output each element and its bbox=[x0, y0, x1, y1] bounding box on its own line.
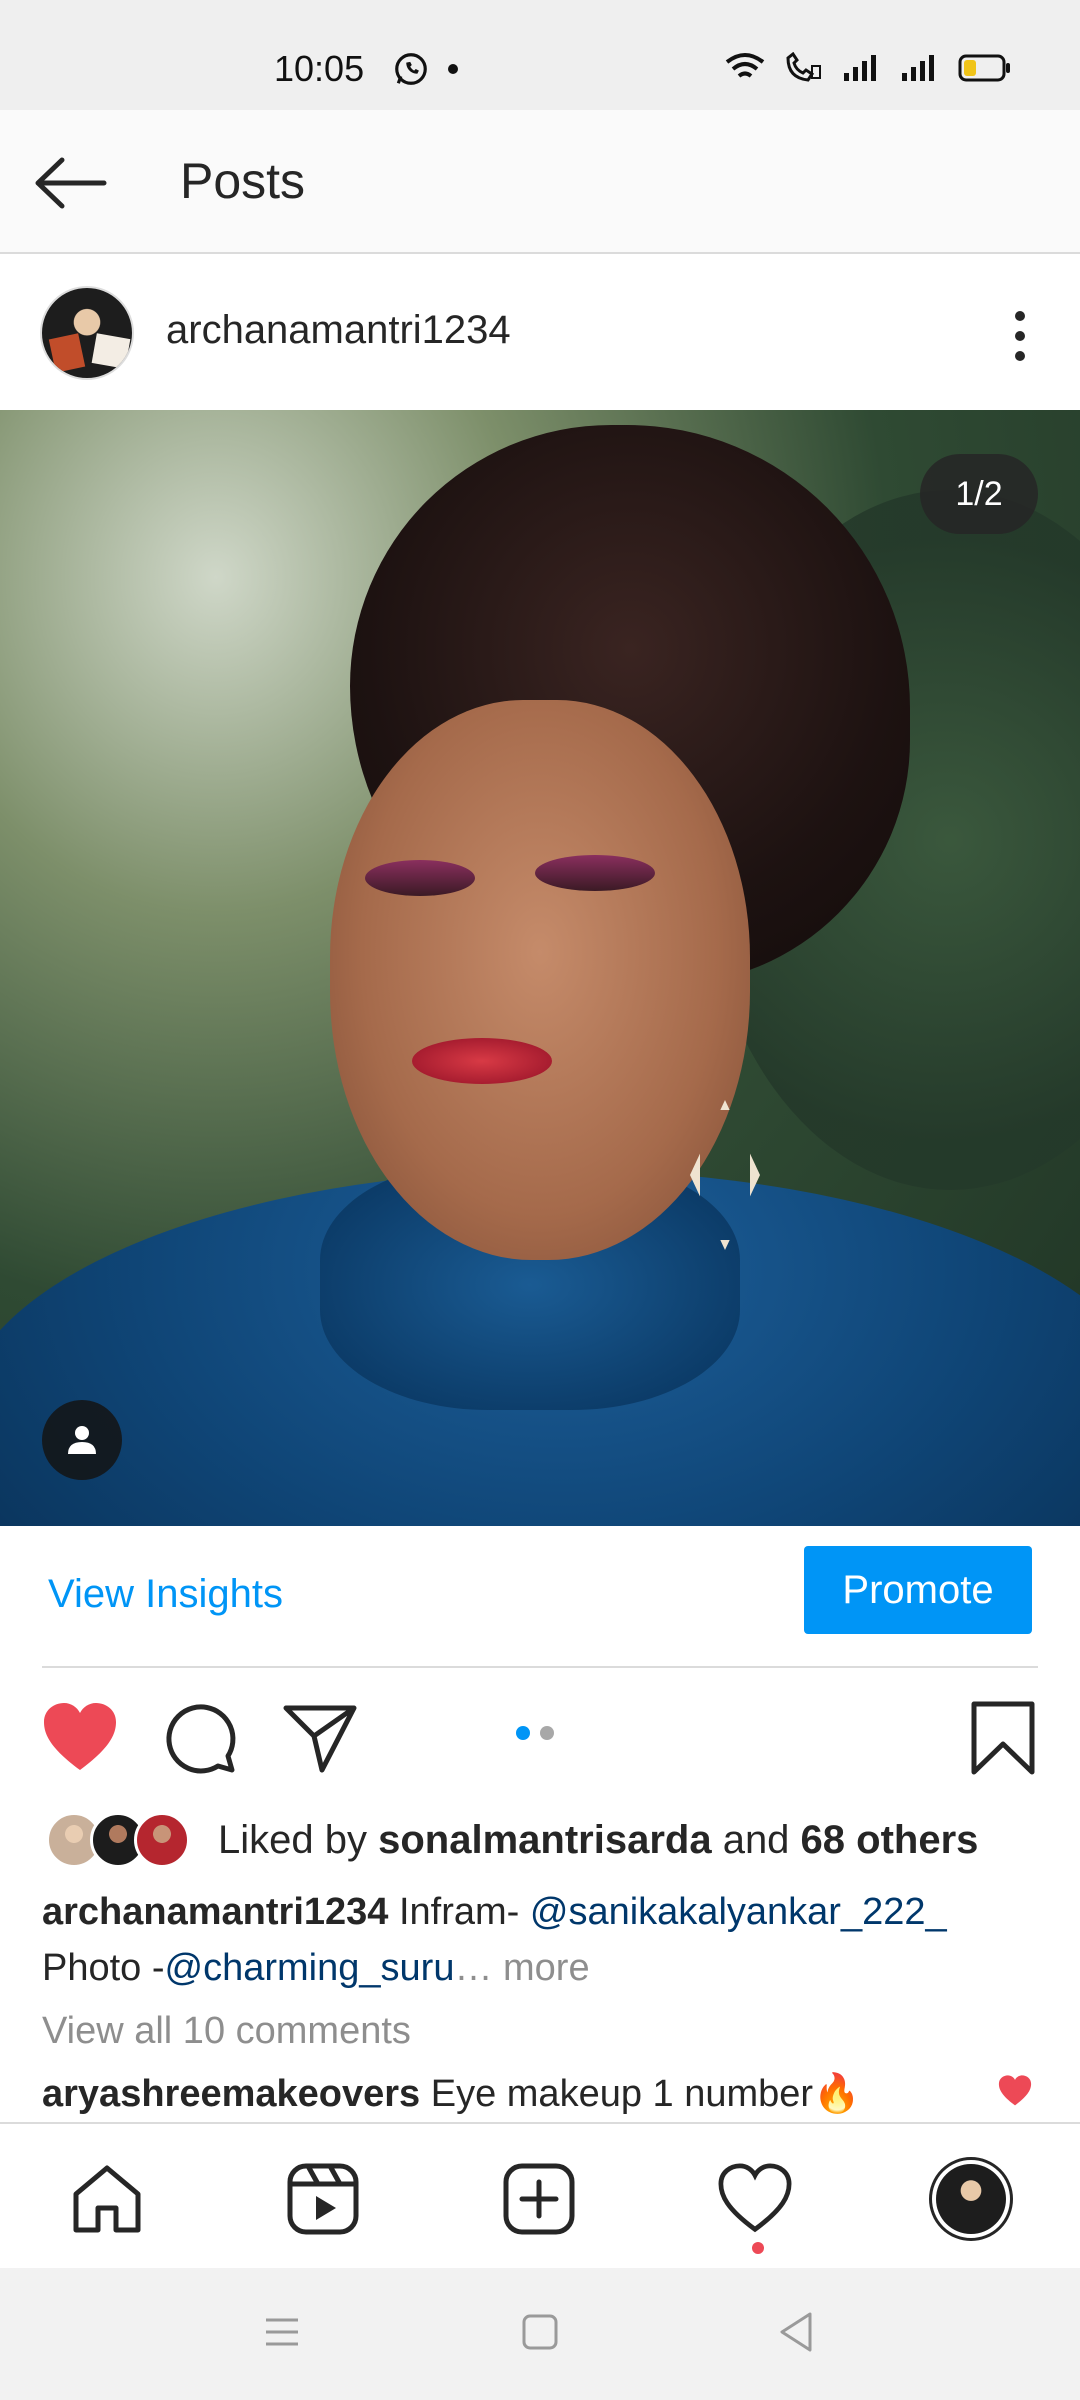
wifi-icon bbox=[725, 53, 765, 78]
likes-and: and bbox=[711, 1817, 801, 1862]
promote-button[interactable]: Promote bbox=[804, 1546, 1032, 1634]
status-bar: 10:05 bbox=[0, 0, 1080, 110]
caption-username[interactable]: archanamantri1234 bbox=[42, 1891, 388, 1933]
caption-ellipsis: … bbox=[454, 1947, 504, 1989]
status-icons bbox=[724, 52, 1012, 84]
nav-create[interactable] bbox=[494, 2154, 584, 2244]
home-icon bbox=[73, 2165, 141, 2233]
post-header: archanamantri1234 bbox=[0, 256, 1080, 410]
more-options-icon[interactable] bbox=[1010, 306, 1030, 366]
likes-text: Liked by sonalmantrisarda and 68 others bbox=[218, 1818, 978, 1863]
whatsapp-icon bbox=[395, 53, 427, 85]
profile-avatar-image bbox=[936, 2164, 1006, 2234]
caption-text: Photo - bbox=[42, 1947, 165, 1989]
avatar-detail bbox=[91, 333, 131, 369]
top-comment: aryashreemakeovers Eye makeup 1 number🔥 bbox=[42, 2072, 860, 2116]
post-image[interactable] bbox=[0, 410, 1080, 1526]
post-caption: archanamantri1234 Infram- @sanikakalyank… bbox=[42, 1884, 1042, 1996]
likes-others[interactable]: 68 others bbox=[801, 1818, 979, 1862]
back-arrow-icon[interactable] bbox=[32, 148, 112, 218]
battery-icon bbox=[958, 54, 1010, 82]
caption-mention[interactable]: @sanikakalyankar_222_ bbox=[530, 1891, 947, 1933]
photo-lips bbox=[412, 1038, 552, 1084]
back-button-icon[interactable] bbox=[776, 2310, 816, 2354]
carousel-dot bbox=[516, 1726, 530, 1740]
avatar[interactable] bbox=[40, 286, 134, 380]
comment-text: Eye makeup 1 number🔥 bbox=[420, 2073, 861, 2115]
page-title: Posts bbox=[180, 153, 306, 209]
carousel-dot bbox=[540, 1726, 554, 1740]
carousel-indicator bbox=[516, 1726, 554, 1740]
liker-avatars bbox=[46, 1812, 196, 1868]
comment-like-icon[interactable] bbox=[996, 2074, 1034, 2108]
signal-2-icon bbox=[902, 55, 934, 81]
profile-icon bbox=[929, 2157, 1013, 2241]
tag-people-icon bbox=[68, 1426, 96, 1454]
caption-mention[interactable]: @charming_suru bbox=[165, 1947, 455, 1989]
nav-profile[interactable] bbox=[926, 2154, 1016, 2244]
create-icon bbox=[503, 2163, 575, 2235]
system-navigation-bar bbox=[0, 2268, 1080, 2400]
liker-username[interactable]: sonalmantrisarda bbox=[378, 1818, 711, 1862]
heart-filled-icon[interactable] bbox=[40, 1700, 120, 1776]
view-insights-link[interactable]: View Insights bbox=[48, 1572, 283, 1617]
likes-prefix: Liked by bbox=[218, 1817, 379, 1862]
share-icon[interactable] bbox=[282, 1700, 358, 1776]
comment-icon[interactable] bbox=[162, 1700, 238, 1776]
divider bbox=[42, 1666, 1038, 1668]
home-button-icon[interactable] bbox=[520, 2312, 560, 2352]
comment-username[interactable]: aryashreemakeovers bbox=[42, 2073, 420, 2115]
photo-eye bbox=[535, 855, 655, 891]
bottom-nav bbox=[0, 2122, 1080, 2268]
liked-by[interactable]: Liked by sonalmantrisarda and 68 others bbox=[46, 1810, 978, 1870]
signal-1-icon bbox=[844, 55, 876, 81]
view-all-comments-link[interactable]: View all 10 comments bbox=[42, 2010, 411, 2053]
post-username[interactable]: archanamantri1234 bbox=[166, 308, 511, 353]
caption-text: Infram- bbox=[388, 1891, 530, 1933]
photo-eye bbox=[365, 860, 475, 896]
bookmark-icon[interactable] bbox=[970, 1700, 1036, 1776]
menu-icon[interactable] bbox=[262, 2312, 302, 2352]
nav-reels[interactable] bbox=[278, 2154, 368, 2244]
image-counter: 1/2 bbox=[920, 454, 1038, 534]
photo-face bbox=[330, 700, 750, 1260]
liker-avatar bbox=[134, 1812, 190, 1868]
nav-activity[interactable] bbox=[710, 2154, 800, 2244]
status-time: 10:05 bbox=[274, 48, 365, 89]
top-bar: Posts bbox=[0, 110, 1080, 254]
activity-badge-dot bbox=[752, 2242, 764, 2254]
avatar-detail bbox=[48, 333, 86, 373]
reels-icon bbox=[287, 2163, 359, 2235]
nav-home[interactable] bbox=[62, 2154, 152, 2244]
wifi-call-icon bbox=[786, 52, 821, 82]
notification-dot bbox=[448, 64, 458, 74]
activity-icon bbox=[718, 2163, 792, 2233]
tag-people-button[interactable] bbox=[42, 1400, 122, 1480]
caption-more-link[interactable]: more bbox=[503, 1947, 590, 1989]
